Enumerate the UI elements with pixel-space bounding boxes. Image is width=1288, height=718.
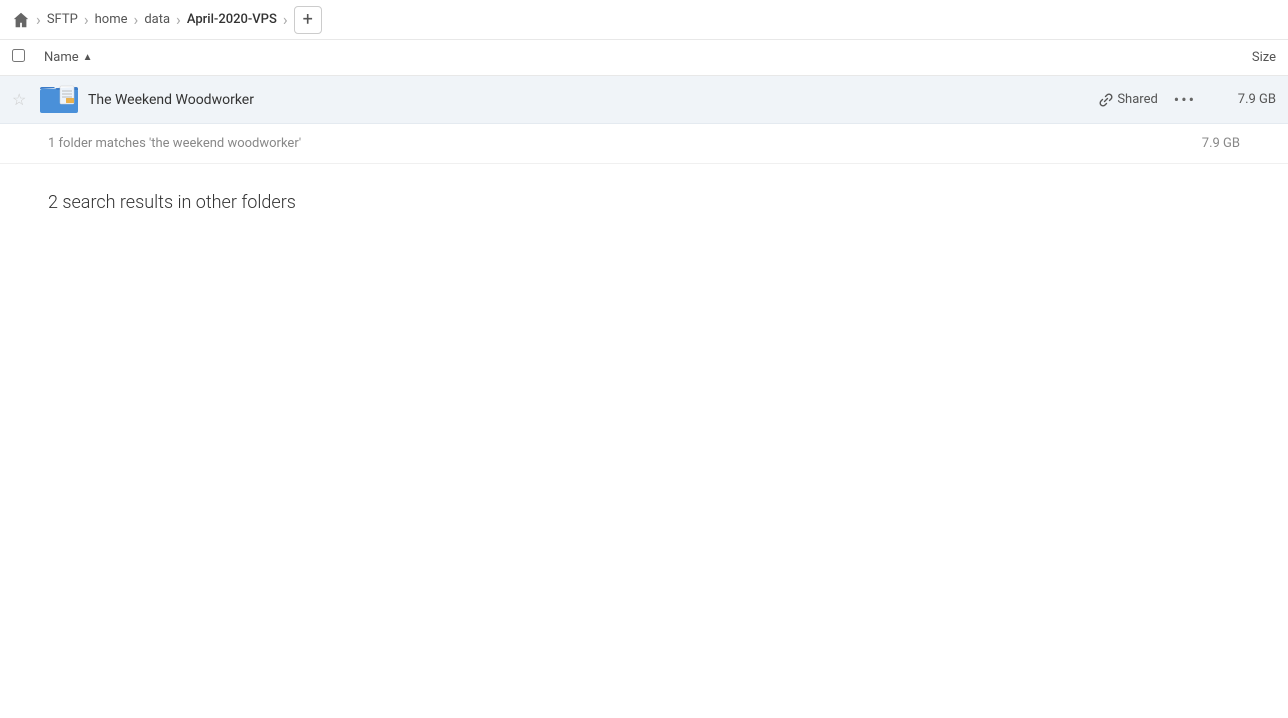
select-all-checkbox[interactable] [12,49,36,66]
breadcrumb-sep-0: › [36,10,41,29]
breadcrumb-sep-2: › [134,10,139,29]
breadcrumb-bar: › SFTP › home › data › April-2020-VPS › … [0,0,1288,40]
link-icon [1099,93,1113,107]
breadcrumb-sep-1: › [84,10,89,29]
other-folders-text: 2 search results in other folders [48,192,296,213]
file-size: 7.9 GB [1216,92,1276,107]
select-all-input[interactable] [12,49,25,62]
home-icon [12,11,30,29]
shared-label: Shared [1117,92,1157,107]
folder-match-size: 7.9 GB [1202,136,1240,151]
name-column-header[interactable]: Name ▲ [44,50,93,65]
shared-badge: Shared [1099,92,1157,107]
breadcrumb-sftp[interactable]: SFTP [43,10,82,29]
breadcrumb-home[interactable]: home [91,10,132,29]
star-icon[interactable]: ☆ [12,90,36,109]
breadcrumb-home[interactable] [8,7,34,33]
name-label: Name [44,50,79,65]
breadcrumb-data[interactable]: data [140,10,174,29]
sort-arrow: ▲ [83,52,93,63]
more-options-button[interactable]: ••• [1174,89,1196,110]
folder-icon [40,84,80,116]
column-header: Name ▲ Size [0,40,1288,76]
breadcrumb-add-button[interactable]: + [294,6,322,34]
breadcrumb-sep-3: › [176,10,181,29]
file-name: The Weekend Woodworker [88,92,1099,108]
file-row[interactable]: ☆ The Weekend Woodworker Shared ••• 7.9 … [0,76,1288,124]
folder-svg [40,84,78,114]
other-folders-heading: 2 search results in other folders [0,164,1288,225]
size-column-header: Size [1252,50,1276,65]
breadcrumb-sep-4: › [283,10,288,29]
folder-match-info: 1 folder matches 'the weekend woodworker… [0,124,1288,164]
folder-match-text: 1 folder matches 'the weekend woodworker… [48,136,301,151]
breadcrumb-april-2020-vps[interactable]: April-2020-VPS [183,10,281,29]
